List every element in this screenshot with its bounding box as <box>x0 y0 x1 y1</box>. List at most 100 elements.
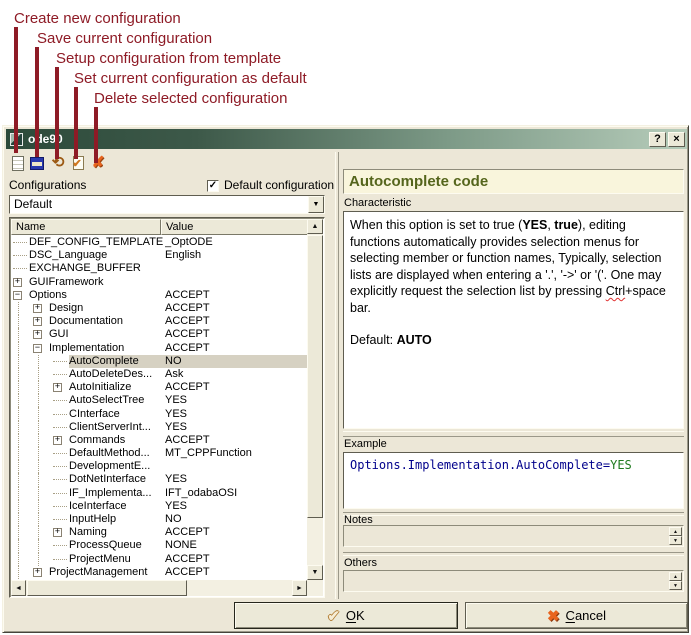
tree-item-name: GUI <box>49 328 165 341</box>
pane-splitter[interactable] <box>335 152 339 599</box>
tree-expander-plus-icon[interactable]: + <box>33 317 42 326</box>
help-button[interactable]: ? <box>649 132 666 147</box>
tree-expander-plus-icon[interactable]: + <box>53 383 62 392</box>
example-code: Options.Implementation.AutoComplete= <box>350 458 610 472</box>
close-button[interactable]: × <box>668 132 685 147</box>
ok-button[interactable]: ✔ OK <box>234 602 458 629</box>
tree-row[interactable]: ClientServerInt...YES <box>11 421 308 434</box>
tree-expander-minus-icon[interactable]: − <box>33 344 42 353</box>
section-splitter[interactable] <box>343 431 684 437</box>
characteristic-paragraph: When this option is set to true (YES, tr… <box>350 217 677 316</box>
tree-guide-line <box>13 473 33 486</box>
tree-branch-line <box>13 242 27 243</box>
tree-row[interactable]: +GUIACCEPT <box>11 328 308 341</box>
tree-item-name: EXCHANGE_BUFFER <box>29 262 165 275</box>
tree-expander-plus-icon[interactable]: + <box>33 330 42 339</box>
tree-row[interactable]: DevelopmentE... <box>11 460 308 473</box>
tree-row[interactable]: IF_Implementa...IFT_odabaOSI <box>11 487 308 500</box>
tree-guide-line <box>33 460 53 473</box>
tree-row[interactable]: ProjectMenuACCEPT <box>11 553 308 566</box>
tree-item-name: Options <box>29 289 165 302</box>
tree-row[interactable]: +ProjectManagementACCEPT <box>11 566 308 579</box>
mini-scroll-down-icon[interactable]: ▼ <box>669 581 682 590</box>
column-header-value[interactable]: Value <box>161 219 308 235</box>
notes-box[interactable]: ▲ ▼ <box>343 525 684 547</box>
mini-scroll-down-icon[interactable]: ▼ <box>669 536 682 545</box>
tree-row[interactable]: −ImplementationACCEPT <box>11 342 308 355</box>
tree-row[interactable]: AutoDeleteDes...Ask <box>11 368 308 381</box>
tree-expander-plus-icon[interactable]: + <box>33 568 42 577</box>
scroll-down-icon[interactable]: ▼ <box>307 565 323 580</box>
tree-guide-line <box>33 381 53 394</box>
tree-item-value: ACCEPT <box>165 342 308 355</box>
tree-row[interactable]: +CommandsACCEPT <box>11 434 308 447</box>
floppy-disk-icon <box>30 157 44 170</box>
tree-row[interactable]: AutoSelectTreeYES <box>11 394 308 407</box>
vertical-scroll-thumb[interactable] <box>307 235 323 518</box>
annotation-delete-selected: Delete selected configuration <box>94 90 287 107</box>
set-default-button[interactable]: ✔ <box>70 153 86 173</box>
tree-item-name: CInterface <box>69 408 165 421</box>
tree-row[interactable]: +DocumentationACCEPT <box>11 315 308 328</box>
tree-row[interactable]: −OptionsACCEPT <box>11 289 308 302</box>
title-bar[interactable]: ode90 ? × <box>6 129 687 149</box>
tree-branch-line <box>53 361 67 362</box>
tree-guide-line <box>13 302 33 315</box>
dropdown-arrow-icon[interactable]: ▼ <box>308 196 324 213</box>
others-box[interactable]: ▲ ▼ <box>343 570 684 592</box>
tree-expander-plus-icon[interactable]: + <box>33 304 42 313</box>
create-configuration-button[interactable] <box>10 153 26 173</box>
annotation-arrow-line <box>55 67 59 159</box>
characteristic-text[interactable]: When this option is set to true (YES, tr… <box>343 211 684 429</box>
tree-expander-minus-icon[interactable]: − <box>13 291 22 300</box>
default-configuration-checkbox[interactable]: ✓ <box>207 180 219 192</box>
tree-guide-line <box>33 513 53 526</box>
tree-item-name: IF_Implementa... <box>69 487 165 500</box>
tree-row[interactable]: +AutoInitializeACCEPT <box>11 381 308 394</box>
tree-item-value: YES <box>165 394 308 407</box>
column-header-name[interactable]: Name <box>11 219 161 235</box>
tree-item-value: ACCEPT <box>165 526 308 539</box>
tree-row[interactable]: InputHelpNO <box>11 513 308 526</box>
tree-row[interactable]: DefaultMethod...MT_CPPFunction <box>11 447 308 460</box>
mini-scroll-up-icon[interactable]: ▲ <box>669 572 682 581</box>
tree-item-value: YES <box>165 500 308 513</box>
tree-row[interactable]: + DesignACCEPT <box>11 302 308 315</box>
tree-row[interactable]: +NamingACCEPT <box>11 526 308 539</box>
scroll-right-icon[interactable]: ► <box>292 580 307 596</box>
cancel-button[interactable]: ✖ Cancel <box>465 602 688 629</box>
scroll-up-icon[interactable]: ▲ <box>307 219 323 234</box>
tree-item-value: ACCEPT <box>165 302 308 315</box>
configuration-select[interactable]: Default ▼ <box>9 195 325 214</box>
tree-expander-plus-icon[interactable]: + <box>53 528 62 537</box>
mini-scroll-up-icon[interactable]: ▲ <box>669 527 682 536</box>
tree-guide-line <box>13 526 33 539</box>
default-configuration-label[interactable]: Default configuration <box>224 178 334 192</box>
delete-configuration-button[interactable]: ✘ <box>90 153 106 173</box>
tree-expander-plus-icon[interactable]: + <box>53 436 62 445</box>
tree-row[interactable]: EXCHANGE_BUFFER <box>11 262 308 275</box>
horizontal-scrollbar[interactable]: ◄ ► <box>11 580 307 596</box>
example-box[interactable]: Options.Implementation.AutoComplete=YES <box>343 452 684 509</box>
tree-item-name: Design <box>49 302 165 315</box>
tree-branch-line <box>53 427 67 428</box>
tree-guide-line <box>13 447 33 460</box>
tree-row[interactable]: IceInterfaceYES <box>11 500 308 513</box>
tree-item-name: AutoInitialize <box>69 381 165 394</box>
detail-header: Autocomplete code <box>343 169 684 194</box>
tree-row[interactable]: AutoCompleteNO <box>11 355 308 368</box>
tree-row[interactable]: DSC_LanguageEnglish <box>11 249 308 262</box>
vertical-scrollbar[interactable]: ▲ ▼ <box>307 219 323 580</box>
tree-expander-cell: + <box>13 278 29 287</box>
tree-row[interactable]: +GUIFramework <box>11 276 308 289</box>
tree-row[interactable]: CInterfaceYES <box>11 407 308 420</box>
tree-row[interactable]: DotNetInterfaceYES <box>11 473 308 486</box>
tree-row[interactable]: DEF_CONFIG_TEMPLATE_OptODE <box>11 236 308 249</box>
tree-expander-plus-icon[interactable]: + <box>13 278 22 287</box>
scroll-left-icon[interactable]: ◄ <box>11 580 26 596</box>
tree-item-value: MT_CPPFunction <box>165 447 308 460</box>
tree-row[interactable]: ProcessQueueNONE <box>11 539 308 552</box>
tree-item-name: ProjectManagement <box>49 566 165 579</box>
divider <box>343 552 684 556</box>
horizontal-scroll-thumb[interactable] <box>27 580 187 596</box>
